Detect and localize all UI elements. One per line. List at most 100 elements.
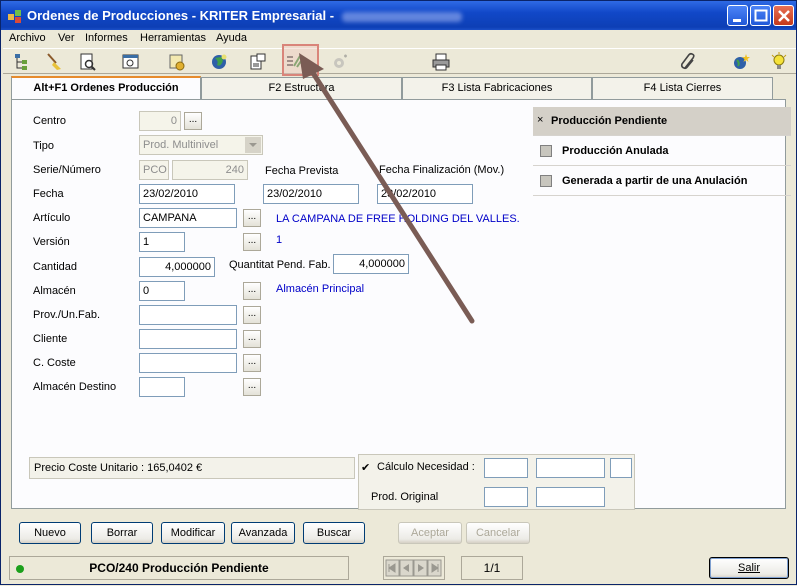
fecha-prevista-field[interactable]: 23/02/2010 bbox=[263, 184, 359, 204]
prov-field[interactable] bbox=[139, 305, 237, 325]
cancelar-button[interactable]: Cancelar bbox=[466, 522, 530, 544]
nav-arrows-icon[interactable] bbox=[385, 558, 445, 578]
printer-icon[interactable] bbox=[431, 52, 451, 72]
record-navigator bbox=[383, 556, 445, 580]
version-label: Versión bbox=[33, 236, 70, 248]
almacen-label: Almacén bbox=[33, 285, 76, 297]
close-button[interactable] bbox=[773, 5, 794, 26]
calculo-label: Cálculo Necesidad : bbox=[377, 461, 475, 473]
articulo-description: LA CAMPANA DE FREE HOLDING DEL VALLES. bbox=[276, 213, 520, 225]
title-bar[interactable]: Ordenes de Producciones - KRITER Empresa… bbox=[1, 1, 796, 30]
version-lookup-button[interactable]: ... bbox=[243, 233, 261, 251]
toolbar bbox=[3, 48, 796, 74]
status-option-anulada[interactable]: Producción Anulada bbox=[533, 137, 791, 166]
status-option-label: Producción Pendiente bbox=[551, 115, 668, 127]
menu-informes[interactable]: Informes bbox=[85, 32, 128, 44]
coins-icon[interactable] bbox=[167, 52, 187, 72]
app-icon bbox=[8, 10, 21, 23]
check-icon: ✔ bbox=[361, 462, 371, 474]
tipo-select[interactable]: Prod. Multinivel bbox=[139, 135, 263, 155]
aceptar-button[interactable]: Aceptar bbox=[398, 522, 462, 544]
tab-estructura[interactable]: F2 Estructura bbox=[201, 77, 402, 99]
serie-label: Serie/Número bbox=[33, 164, 101, 176]
quantitat-field[interactable]: 4,000000 bbox=[333, 254, 409, 274]
page-indicator: 1/1 bbox=[461, 556, 523, 580]
status-option-pendiente[interactable]: × Producción Pendiente bbox=[533, 107, 791, 136]
tree-icon[interactable] bbox=[13, 52, 33, 72]
coste-field[interactable] bbox=[139, 353, 237, 373]
broom-icon[interactable] bbox=[45, 52, 65, 72]
status-bar: PCO/240 Producción Pendiente 1/1 Salir bbox=[9, 556, 794, 582]
prod-original-field-2[interactable] bbox=[536, 487, 605, 507]
fecha-label: Fecha bbox=[33, 188, 64, 200]
coste-lookup-button[interactable]: ... bbox=[243, 354, 261, 372]
quantitat-label: Quantitat Pend. Fab. bbox=[229, 259, 331, 271]
status-dot-icon bbox=[16, 565, 24, 573]
cantidad-field[interactable]: 4,000000 bbox=[139, 257, 215, 277]
precio-info-bar: Precio Coste Unitario : 165,0402 € bbox=[29, 457, 355, 479]
fecha-prevista-label: Fecha Prevista bbox=[265, 165, 339, 177]
status-option-generada[interactable]: Generada a partir de una Anulación bbox=[533, 167, 791, 196]
maximize-button[interactable] bbox=[750, 5, 771, 26]
tab-strip: Alt+F1 Ordenes Producción F2 Estructura … bbox=[11, 76, 786, 100]
serie-field[interactable]: PCO bbox=[139, 160, 169, 180]
calculo-field-2[interactable] bbox=[536, 458, 605, 478]
borrar-button[interactable]: Borrar bbox=[91, 522, 153, 544]
centro-field[interactable]: 0 bbox=[139, 111, 181, 131]
toolbar-highlight bbox=[282, 44, 319, 76]
status-list: × Producción Pendiente Producción Anulad… bbox=[533, 107, 793, 197]
cliente-lookup-button[interactable]: ... bbox=[243, 330, 261, 348]
coste-label: C. Coste bbox=[33, 357, 76, 369]
calculo-box: ✔ Cálculo Necesidad : Prod. Original bbox=[358, 454, 635, 510]
menu-ver[interactable]: Ver bbox=[58, 32, 75, 44]
avanzada-button[interactable]: Avanzada bbox=[231, 522, 295, 544]
settings-disabled-icon bbox=[334, 54, 347, 68]
prod-original-field-1[interactable] bbox=[484, 487, 528, 507]
lightbulb-icon[interactable] bbox=[769, 52, 789, 72]
salir-button[interactable]: Salir bbox=[709, 557, 789, 579]
tab-fabricaciones[interactable]: F3 Lista Fabricaciones bbox=[402, 77, 592, 99]
calculo-field-1[interactable] bbox=[484, 458, 528, 478]
version-field[interactable]: 1 bbox=[139, 232, 185, 252]
tab-cierres[interactable]: F4 Lista Cierres bbox=[592, 77, 773, 99]
paperclip-icon[interactable] bbox=[679, 52, 699, 72]
almacen-destino-label: Almacén Destino bbox=[33, 381, 117, 393]
buscar-button[interactable]: Buscar bbox=[303, 522, 365, 544]
cliente-label: Cliente bbox=[33, 333, 68, 345]
centro-lookup-button[interactable]: ... bbox=[184, 112, 202, 130]
almacen-lookup-button[interactable]: ... bbox=[243, 282, 261, 300]
checkbox-icon[interactable] bbox=[540, 145, 552, 157]
almacen-destino-lookup-button[interactable]: ... bbox=[243, 378, 261, 396]
status-option-label: Producción Anulada bbox=[562, 145, 669, 157]
articulo-lookup-button[interactable]: ... bbox=[243, 209, 261, 227]
status-option-label: Generada a partir de una Anulación bbox=[562, 175, 748, 187]
search-doc-icon[interactable] bbox=[121, 52, 141, 72]
preview-icon[interactable] bbox=[78, 52, 98, 72]
x-mark-icon: × bbox=[537, 114, 544, 126]
menu-archivo[interactable]: Archivo bbox=[9, 32, 46, 44]
almacen-destino-field[interactable] bbox=[139, 377, 185, 397]
checkbox-icon[interactable] bbox=[540, 175, 552, 187]
tab-ordenes[interactable]: Alt+F1 Ordenes Producción bbox=[11, 76, 201, 100]
menu-ayuda[interactable]: Ayuda bbox=[216, 32, 247, 44]
nuevo-button[interactable]: Nuevo bbox=[19, 522, 81, 544]
almacen-description: Almacén Principal bbox=[276, 283, 365, 295]
almacen-field[interactable]: 0 bbox=[139, 281, 185, 301]
fecha-fin-field[interactable]: 23/02/2010 bbox=[377, 184, 473, 204]
tipo-label: Tipo bbox=[33, 140, 54, 152]
articulo-field[interactable]: CAMPANA bbox=[139, 208, 237, 228]
prov-lookup-button[interactable]: ... bbox=[243, 306, 261, 324]
chevron-down-icon[interactable] bbox=[245, 137, 261, 153]
cliente-field[interactable] bbox=[139, 329, 237, 349]
doc-key-icon[interactable] bbox=[248, 52, 268, 72]
modificar-button[interactable]: Modificar bbox=[161, 522, 225, 544]
fecha-field[interactable]: 23/02/2010 bbox=[139, 184, 235, 204]
prod-original-label: Prod. Original bbox=[371, 491, 439, 503]
minimize-button[interactable] bbox=[727, 5, 748, 26]
status-record: PCO/240 Producción Pendiente bbox=[9, 556, 349, 580]
numero-field[interactable]: 240 bbox=[172, 160, 248, 180]
menu-herramientas[interactable]: Herramientas bbox=[140, 32, 206, 44]
calculo-field-3[interactable] bbox=[610, 458, 632, 478]
globe-icon[interactable] bbox=[210, 52, 230, 72]
globe-star-icon[interactable] bbox=[731, 52, 751, 72]
